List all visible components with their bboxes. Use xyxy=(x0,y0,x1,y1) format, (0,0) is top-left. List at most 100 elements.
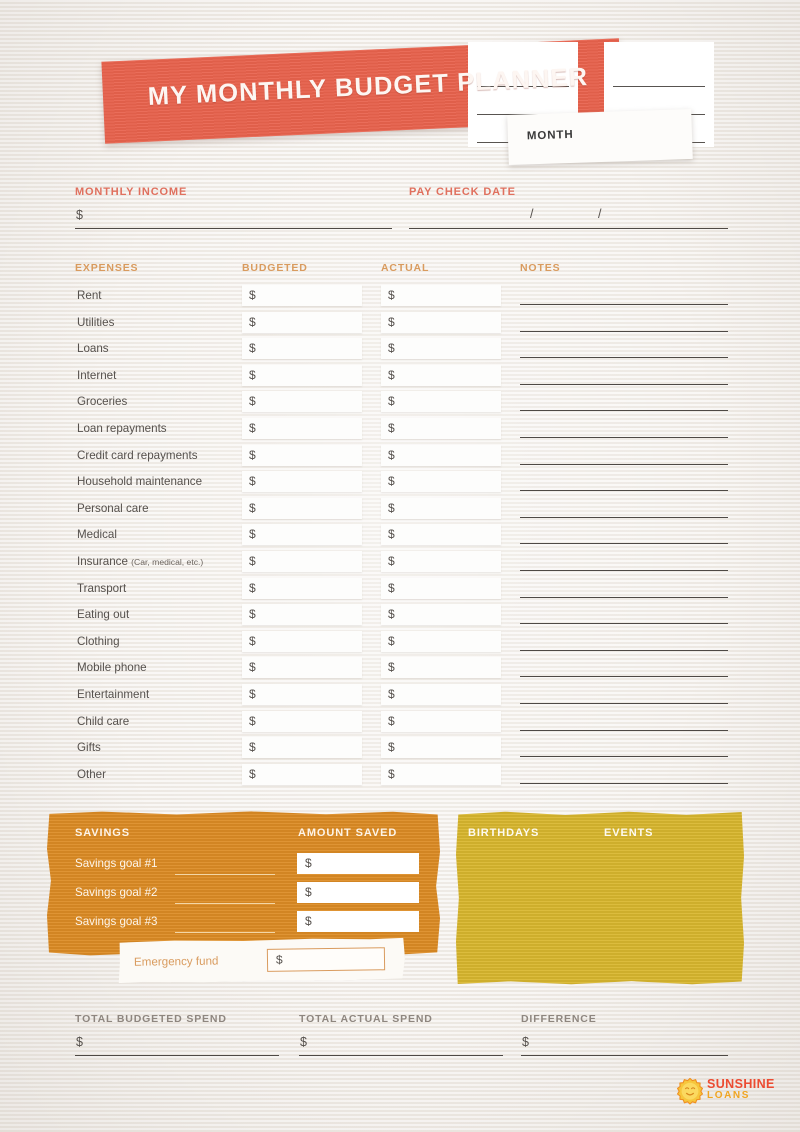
savings-goal-amount-input[interactable]: $ xyxy=(297,853,419,874)
expense-name: Insurance xyxy=(77,555,128,568)
notes-input[interactable] xyxy=(520,463,728,465)
date-separator-1: / xyxy=(530,207,534,221)
pay-check-date-input[interactable] xyxy=(409,228,728,229)
notes-input[interactable] xyxy=(520,703,728,704)
budgeted-input[interactable]: $ xyxy=(242,364,362,386)
month-tag[interactable]: MONTH xyxy=(507,108,693,166)
actual-input[interactable]: $ xyxy=(381,763,501,785)
table-row: Mobile phone $ $ xyxy=(0,657,800,684)
monthly-income-input[interactable] xyxy=(75,228,392,229)
budgeted-input[interactable]: $ xyxy=(242,604,362,626)
expense-name: Groceries xyxy=(77,395,128,409)
logo-text-sunshine: SUNSHINE xyxy=(707,1077,775,1091)
difference-input[interactable] xyxy=(521,1055,728,1056)
table-row: Gifts $ $ xyxy=(0,737,800,764)
budgeted-input[interactable]: $ xyxy=(242,577,362,599)
total-budgeted-currency: $ xyxy=(76,1035,83,1049)
expense-name: Loans xyxy=(77,342,109,356)
notes-input[interactable] xyxy=(520,516,728,518)
actual-input[interactable]: $ xyxy=(381,391,501,413)
actual-input[interactable]: $ xyxy=(381,285,501,306)
expense-label: Household maintenance xyxy=(77,475,202,488)
actual-input[interactable]: $ xyxy=(381,524,501,546)
notes-input[interactable] xyxy=(520,410,728,412)
actual-input[interactable]: $ xyxy=(381,684,501,705)
notes-input[interactable] xyxy=(520,304,728,305)
actual-currency: $ xyxy=(388,421,395,435)
notes-input[interactable] xyxy=(520,756,728,758)
notes-input[interactable] xyxy=(520,543,728,545)
expense-label: Loan repayments xyxy=(77,422,167,435)
notes-input[interactable] xyxy=(520,490,728,492)
budgeted-input[interactable]: $ xyxy=(242,763,362,785)
notes-input[interactable] xyxy=(520,437,728,438)
budgeted-input[interactable]: $ xyxy=(242,471,362,493)
budgeted-input[interactable]: $ xyxy=(242,311,362,333)
savings-goal-name-input[interactable] xyxy=(175,874,275,875)
budgeted-currency: $ xyxy=(249,474,256,489)
budgeted-input[interactable]: $ xyxy=(242,684,362,705)
table-row: Entertainment $ $ xyxy=(0,684,800,711)
savings-goal-amount-input[interactable]: $ xyxy=(297,882,419,903)
actual-input[interactable]: $ xyxy=(381,364,501,386)
actual-input[interactable]: $ xyxy=(381,471,501,493)
expense-name: Medical xyxy=(77,528,117,542)
emergency-fund-input[interactable]: $ xyxy=(267,947,385,972)
notes-input[interactable] xyxy=(520,330,728,332)
actual-input[interactable]: $ xyxy=(381,551,501,572)
budgeted-input[interactable]: $ xyxy=(242,391,362,413)
total-budgeted-spend-input[interactable] xyxy=(75,1055,279,1056)
actual-input[interactable]: $ xyxy=(381,737,501,759)
budgeted-input[interactable]: $ xyxy=(242,657,362,679)
actual-currency: $ xyxy=(388,607,395,622)
notes-input[interactable] xyxy=(520,623,728,625)
column-header-actual: ACTUAL xyxy=(381,262,430,274)
actual-input[interactable]: $ xyxy=(381,577,501,599)
actual-input[interactable]: $ xyxy=(381,418,501,439)
table-row: Insurance (Car, medical, etc.) $ $ xyxy=(0,551,800,578)
actual-input[interactable]: $ xyxy=(381,657,501,679)
budgeted-input[interactable]: $ xyxy=(242,285,362,306)
table-row: Personal care $ $ xyxy=(0,497,800,525)
savings-goal-name-input[interactable] xyxy=(175,932,275,933)
budgeted-input[interactable]: $ xyxy=(242,737,362,759)
month-label: MONTH xyxy=(526,128,574,143)
total-actual-spend-input[interactable] xyxy=(299,1055,503,1056)
budgeted-input[interactable]: $ xyxy=(242,418,362,439)
budgeted-input[interactable]: $ xyxy=(242,524,362,546)
actual-input[interactable]: $ xyxy=(381,338,501,360)
notes-input[interactable] xyxy=(520,570,728,571)
savings-goal-label: Savings goal #3 xyxy=(75,915,158,928)
budgeted-input[interactable]: $ xyxy=(242,551,362,572)
budgeted-input[interactable]: $ xyxy=(242,338,362,360)
notes-input[interactable] xyxy=(520,729,728,731)
budgeted-input[interactable]: $ xyxy=(242,497,362,519)
actual-currency: $ xyxy=(388,367,395,382)
savings-goal-name-input[interactable] xyxy=(175,903,275,904)
budgeted-input[interactable]: $ xyxy=(242,444,362,466)
actual-input[interactable]: $ xyxy=(381,444,501,466)
notes-input[interactable] xyxy=(520,383,728,385)
budgeted-currency: $ xyxy=(249,766,256,781)
actual-input[interactable]: $ xyxy=(381,710,501,732)
actual-input[interactable]: $ xyxy=(381,630,501,652)
notes-input[interactable] xyxy=(520,782,728,784)
table-row: Clothing $ $ xyxy=(0,630,800,658)
notes-input[interactable] xyxy=(520,676,728,678)
notes-input[interactable] xyxy=(520,649,728,651)
budgeted-currency: $ xyxy=(249,447,256,462)
column-header-expenses: EXPENSES xyxy=(75,262,139,274)
actual-input[interactable]: $ xyxy=(381,604,501,626)
budgeted-input[interactable]: $ xyxy=(242,630,362,652)
budgeted-currency: $ xyxy=(249,314,256,329)
budgeted-input[interactable]: $ xyxy=(242,710,362,732)
notes-input[interactable] xyxy=(520,357,728,359)
actual-input[interactable]: $ xyxy=(381,497,501,519)
notes-input[interactable] xyxy=(520,596,728,598)
savings-goal-amount-input[interactable]: $ xyxy=(297,911,419,932)
actual-input[interactable]: $ xyxy=(381,311,501,333)
savings-title: SAVINGS xyxy=(75,827,130,839)
expense-label: Other xyxy=(77,768,106,781)
table-row: Credit card repayments $ $ xyxy=(0,444,800,472)
events-line[interactable] xyxy=(613,86,705,87)
